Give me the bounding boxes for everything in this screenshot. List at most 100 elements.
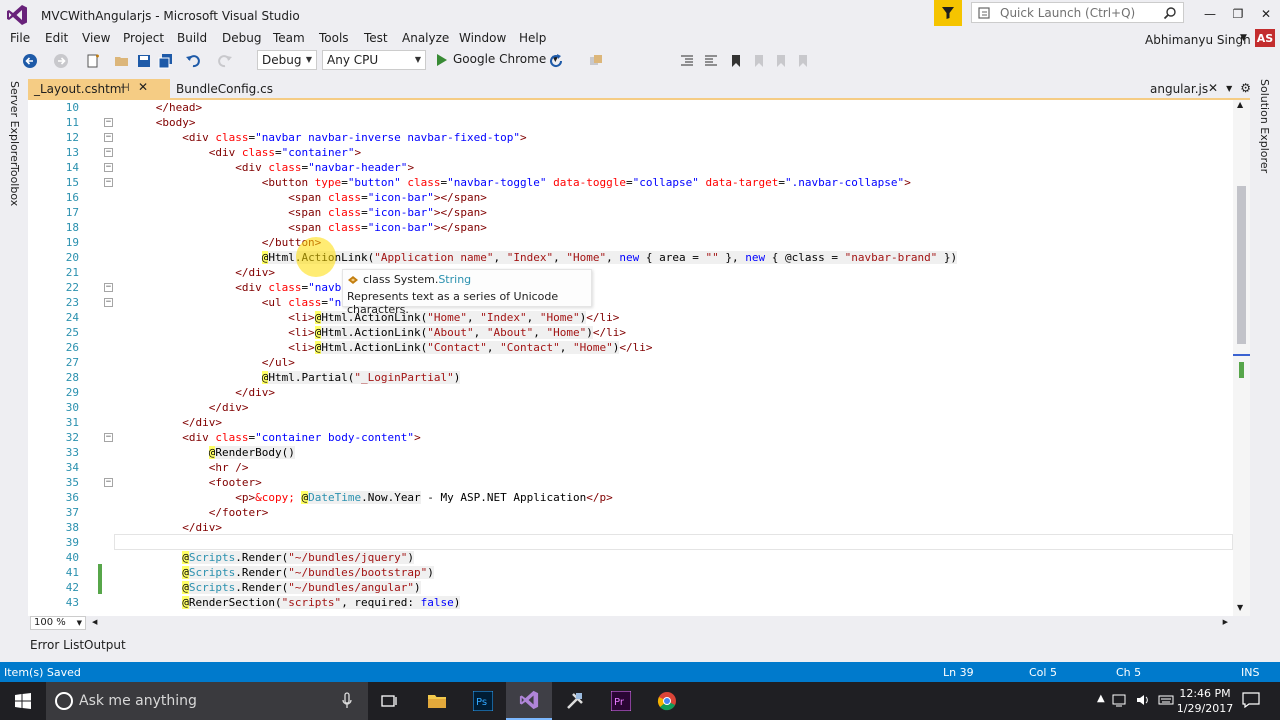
collapse-outline-icon[interactable]: −: [104, 118, 113, 127]
start-debugging-button[interactable]: Google Chrome ▼: [435, 50, 558, 70]
chrome-app[interactable]: [644, 682, 690, 720]
server-explorer-tab[interactable]: Server Explorer: [8, 81, 21, 166]
solution-configuration-select[interactable]: Debug ▼: [257, 50, 317, 70]
scrollbar-thumb[interactable]: [1237, 186, 1246, 344]
redo-icon[interactable]: [217, 53, 233, 69]
chevron-up-icon[interactable]: ▲: [1097, 693, 1105, 707]
collapse-outline-icon[interactable]: −: [104, 148, 113, 157]
pin-icon[interactable]: ⊣: [120, 81, 130, 94]
tab-layout-cshtml[interactable]: _Layout.cshtml ⊣ ✕: [28, 79, 170, 99]
zoom-level-select[interactable]: 100 % ▼: [30, 616, 86, 630]
previous-bookmark-icon[interactable]: [750, 53, 766, 69]
collapse-outline-icon[interactable]: −: [104, 178, 113, 187]
chevron-down-icon[interactable]: ▼: [1240, 33, 1247, 43]
premiere-app[interactable]: Pr: [598, 682, 644, 720]
horizontal-scrollbar[interactable]: ◀ ▶: [90, 617, 1230, 629]
visual-studio-app[interactable]: [506, 682, 552, 720]
scroll-right-icon[interactable]: ▶: [1223, 618, 1228, 626]
refresh-icon[interactable]: [548, 53, 564, 69]
save-all-icon[interactable]: [158, 53, 174, 69]
code-line[interactable]: 38 </div>: [28, 520, 1233, 535]
menu-project[interactable]: Project: [123, 31, 164, 45]
scroll-down-icon[interactable]: ▼: [1237, 603, 1243, 612]
scroll-up-icon[interactable]: ▲: [1237, 100, 1243, 109]
code-line[interactable]: 18 <span class="icon-bar"></span>: [28, 220, 1233, 235]
open-folder-icon[interactable]: [114, 53, 130, 69]
menu-build[interactable]: Build: [177, 31, 207, 45]
vertical-scrollbar[interactable]: ▲ ▼: [1233, 100, 1250, 616]
undo-icon[interactable]: [185, 53, 201, 69]
start-button[interactable]: [0, 682, 46, 720]
tab-output[interactable]: Output: [80, 638, 130, 652]
code-line[interactable]: 19 </button>: [28, 235, 1233, 250]
collapse-outline-icon[interactable]: −: [104, 283, 113, 292]
scroll-left-icon[interactable]: ◀: [92, 618, 97, 626]
menu-file[interactable]: File: [10, 31, 30, 45]
menu-debug[interactable]: Debug: [222, 31, 261, 45]
code-line[interactable]: 32 − <div class="container body-content">: [28, 430, 1233, 445]
solution-platform-select[interactable]: Any CPU ▼: [322, 50, 426, 70]
code-line[interactable]: 28 @Html.Partial("_LoginPartial"): [28, 370, 1233, 385]
toolbox-tab[interactable]: Toolbox: [8, 165, 21, 206]
code-line[interactable]: 11 − <body>: [28, 115, 1233, 130]
tools-app[interactable]: [552, 682, 598, 720]
settings-icon[interactable]: ⚙: [1240, 81, 1251, 95]
code-line[interactable]: 29 </div>: [28, 385, 1233, 400]
restore-button[interactable]: ❐: [1224, 4, 1252, 24]
code-line[interactable]: 13 − <div class="container">: [28, 145, 1233, 160]
code-line[interactable]: 37 </footer>: [28, 505, 1233, 520]
code-line[interactable]: 21 </div>: [28, 265, 1233, 280]
code-line[interactable]: 42 @Scripts.Render("~/bundles/angular"): [28, 580, 1233, 595]
action-center-icon[interactable]: [1242, 692, 1260, 708]
volume-icon[interactable]: [1135, 693, 1151, 707]
keyboard-icon[interactable]: [1158, 693, 1174, 707]
tab-bundleconfig-cs[interactable]: BundleConfig.cs: [170, 79, 280, 99]
menu-analyze[interactable]: Analyze: [402, 31, 449, 45]
clear-bookmarks-icon[interactable]: [794, 53, 810, 69]
code-line[interactable]: 14 − <div class="navbar-header">: [28, 160, 1233, 175]
collapse-outline-icon[interactable]: −: [104, 433, 113, 442]
menu-help[interactable]: Help: [519, 31, 546, 45]
bookmark-icon[interactable]: [728, 53, 744, 69]
outdent-icon[interactable]: [703, 53, 719, 69]
code-line[interactable]: 30 </div>: [28, 400, 1233, 415]
collapse-outline-icon[interactable]: −: [104, 298, 113, 307]
next-bookmark-icon[interactable]: [772, 53, 788, 69]
collapse-outline-icon[interactable]: −: [104, 133, 113, 142]
tab-angular-js[interactable]: angular.js: [1150, 79, 1208, 99]
notifications-filter-button[interactable]: [934, 0, 962, 26]
photoshop-app[interactable]: Ps: [460, 682, 506, 720]
back-arrow-icon[interactable]: [22, 53, 38, 69]
chevron-down-icon[interactable]: ▼: [1226, 84, 1232, 95]
code-line[interactable]: 10 </head>: [28, 100, 1233, 115]
close-icon[interactable]: ✕: [1208, 81, 1218, 95]
collapse-outline-icon[interactable]: −: [104, 163, 113, 172]
quick-launch-input[interactable]: Quick Launch (Ctrl+Q): [971, 2, 1184, 23]
account-name[interactable]: Abhimanyu Singh: [1145, 33, 1251, 47]
code-line[interactable]: 12 − <div class="navbar navbar-inverse na…: [28, 130, 1233, 145]
menu-edit[interactable]: Edit: [45, 31, 68, 45]
microphone-icon[interactable]: [342, 692, 352, 710]
code-line[interactable]: 20 @Html.ActionLink("Application name", …: [28, 250, 1233, 265]
code-line[interactable]: 25 <li>@Html.ActionLink("About", "About"…: [28, 325, 1233, 340]
menu-window[interactable]: Window: [459, 31, 506, 45]
new-project-icon[interactable]: [85, 53, 101, 69]
browser-link-icon[interactable]: [588, 53, 604, 69]
menu-tools[interactable]: Tools: [319, 31, 349, 45]
minimize-button[interactable]: —: [1196, 4, 1224, 24]
forward-arrow-icon[interactable]: [53, 53, 69, 69]
menu-test[interactable]: Test: [364, 31, 388, 45]
taskbar-clock[interactable]: 12:46 PM 1/29/2017: [1175, 686, 1235, 716]
code-line[interactable]: 23− <ul class="nav nav: [28, 295, 1233, 310]
solution-explorer-tab[interactable]: Solution Explorer: [1258, 79, 1271, 173]
code-line[interactable]: 22− <div class="navbar-col: [28, 280, 1233, 295]
menu-view[interactable]: View: [82, 31, 110, 45]
code-line[interactable]: 35 − <footer>: [28, 475, 1233, 490]
code-line[interactable]: 26 <li>@Html.ActionLink("Contact", "Cont…: [28, 340, 1233, 355]
code-line[interactable]: 40 @Scripts.Render("~/bundles/jquery"): [28, 550, 1233, 565]
close-button[interactable]: ✕: [1252, 4, 1280, 24]
tab-error-list[interactable]: Error List: [26, 638, 88, 652]
code-line[interactable]: 41 @Scripts.Render("~/bundles/bootstrap"…: [28, 565, 1233, 580]
indent-icon[interactable]: [679, 53, 695, 69]
code-line[interactable]: 24 <li>@Html.ActionLink("Home", "Index",…: [28, 310, 1233, 325]
